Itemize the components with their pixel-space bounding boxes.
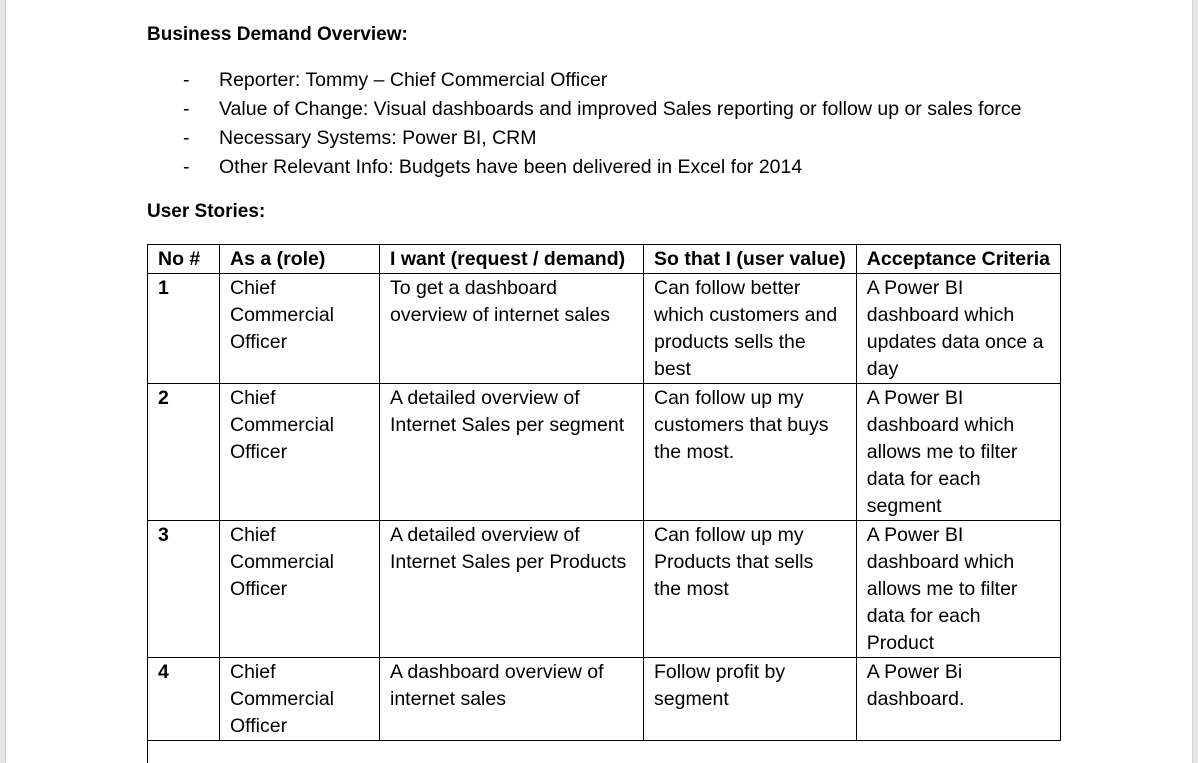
cell-acceptance-criteria: A Power BI dashboard which allows me to …	[855, 520, 1061, 658]
bullet-dash: -	[183, 98, 190, 120]
bullet-text: Value of Change: Visual dashboards and i…	[219, 98, 1022, 120]
cell-role: Chief Commercial Officer	[219, 273, 380, 384]
cell-role: Chief Commercial Officer	[219, 520, 380, 658]
business-demand-heading: Business Demand Overview:	[147, 24, 408, 45]
cell-user-value: Can follow better which customers and pr…	[643, 273, 857, 384]
table-row: 1 Chief Commercial Officer To get a dash…	[147, 273, 1061, 384]
table-continuation-border	[147, 732, 148, 763]
user-stories-heading: User Stories:	[147, 201, 266, 222]
cell-acceptance-criteria: A Power Bi dashboard.	[855, 657, 1061, 741]
column-header-request: I want (request / demand)	[379, 244, 644, 274]
cell-request: To get a dashboard overview of internet …	[379, 273, 644, 384]
cell-no: 1	[147, 273, 220, 384]
bullet-dash: -	[183, 127, 190, 149]
bullet-dash: -	[183, 156, 190, 178]
table-row: 4 Chief Commercial Officer A dashboard o…	[147, 657, 1061, 741]
cell-no: 4	[147, 657, 220, 741]
bullet-item-reporter: - Reporter: Tommy – Chief Commercial Off…	[147, 67, 1077, 96]
cell-user-value: Follow profit by segment	[643, 657, 857, 741]
column-header-role: As a (role)	[219, 244, 380, 274]
cell-user-value: Can follow up my Products that sells the…	[643, 520, 857, 658]
cell-role: Chief Commercial Officer	[219, 657, 380, 741]
user-stories-table: No # As a (role) I want (request / deman…	[147, 244, 1061, 741]
cell-request: A detailed overview of Internet Sales pe…	[379, 383, 644, 521]
cell-request: A dashboard overview of internet sales	[379, 657, 644, 741]
bullet-item-other-info: - Other Relevant Info: Budgets have been…	[147, 154, 1077, 183]
cell-acceptance-criteria: A Power BI dashboard which allows me to …	[855, 383, 1061, 521]
bullet-text: Other Relevant Info: Budgets have been d…	[219, 156, 803, 178]
table-header-row: No # As a (role) I want (request / deman…	[147, 244, 1061, 274]
cell-user-value: Can follow up my customers that buys the…	[643, 383, 857, 521]
cell-acceptance-criteria: A Power BI dashboard which updates data …	[855, 273, 1061, 384]
cell-request: A detailed overview of Internet Sales pe…	[379, 520, 644, 658]
bullet-text: Necessary Systems: Power BI, CRM	[219, 127, 537, 149]
column-header-user-value: So that I (user value)	[643, 244, 857, 274]
table-row: 3 Chief Commercial Officer A detailed ov…	[147, 520, 1061, 658]
cell-role: Chief Commercial Officer	[219, 383, 380, 521]
column-header-acceptance-criteria: Acceptance Criteria	[855, 244, 1061, 274]
bullet-item-necessary-systems: - Necessary Systems: Power BI, CRM	[147, 125, 1077, 154]
column-header-no: No #	[147, 244, 220, 274]
overview-bullet-list: - Reporter: Tommy – Chief Commercial Off…	[147, 67, 1077, 183]
cell-no: 2	[147, 383, 220, 521]
document-page: Business Demand Overview: - Reporter: To…	[6, 0, 1192, 763]
bullet-item-value-of-change: - Value of Change: Visual dashboards and…	[147, 96, 1077, 125]
table-row: 2 Chief Commercial Officer A detailed ov…	[147, 383, 1061, 521]
bullet-dash: -	[183, 69, 190, 91]
cell-no: 3	[147, 520, 220, 658]
bullet-text: Reporter: Tommy – Chief Commercial Offic…	[219, 69, 608, 91]
